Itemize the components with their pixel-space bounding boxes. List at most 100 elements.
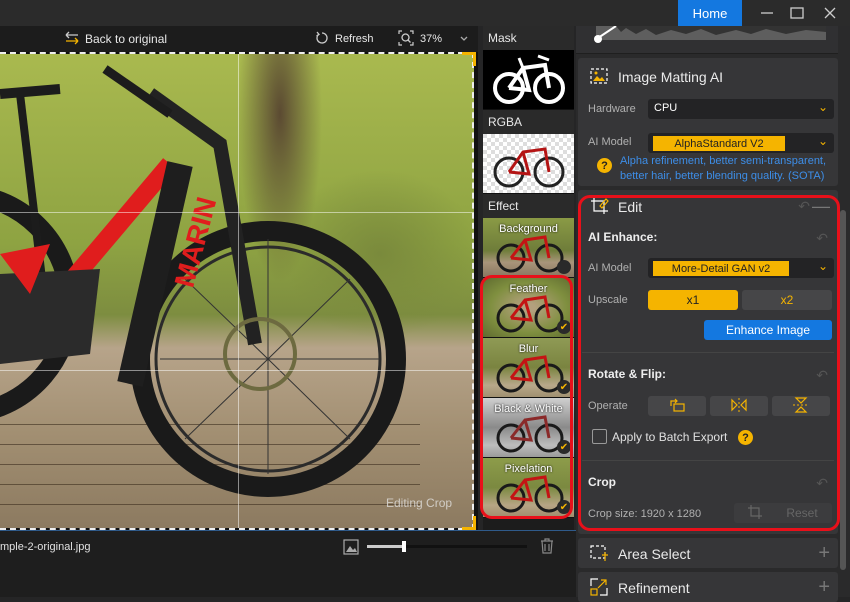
expand-plus-icon[interactable]: + [818, 576, 830, 599]
refinement-section[interactable]: Refinement + [578, 572, 838, 602]
crop-handle-top-right[interactable] [462, 52, 476, 66]
image-matting-card: Image Matting AI Hardware CPU ⌄ AI Model… [578, 58, 838, 186]
undo-icon[interactable]: ↶ [798, 198, 810, 215]
effect-thumbnail-background[interactable]: Background [483, 218, 574, 278]
ai-enhance-title: AI Enhance: [588, 230, 658, 244]
zoom-value: 37% [420, 33, 443, 45]
flip-vertical-button[interactable] [772, 396, 830, 416]
panel-scrollbar[interactable] [840, 210, 846, 570]
chevron-down-icon: ⌄ [817, 100, 828, 114]
rgba-label: RGBA [483, 110, 574, 134]
checkmark-icon: ✔ [557, 380, 571, 394]
effect-name: Background [499, 223, 558, 235]
undo-icon[interactable]: ↶ [816, 367, 828, 384]
histogram-graph [594, 25, 826, 43]
bike-photo: MARIN [0, 54, 474, 528]
preview-strip: Mask RGBA Effect Background Feather ✔ Blur ✔… [483, 26, 574, 530]
effect-name: Pixelation [504, 463, 553, 475]
crop-grid-line [0, 370, 474, 371]
image-canvas[interactable]: MARIN Editing Crop [0, 52, 478, 530]
rgba-thumbnail[interactable] [483, 134, 574, 194]
collapse-icon[interactable]: — [812, 196, 830, 217]
upscale-x1-button[interactable]: x1 [648, 290, 738, 310]
matting-description-2: better hair, better blending quality. (S… [620, 170, 825, 182]
help-icon[interactable]: ? [738, 430, 753, 445]
enhance-model-label: AI Model [588, 262, 632, 274]
rgba-bike-icon [493, 147, 565, 188]
help-icon[interactable]: ? [597, 158, 612, 173]
title-bar: Home [0, 0, 850, 26]
trash-icon[interactable] [540, 538, 554, 557]
zoom-dropdown-chevron-icon[interactable] [459, 34, 469, 44]
hardware-dropdown[interactable]: CPU ⌄ [648, 99, 834, 119]
crop-size-text: Crop size: 1920 x 1280 [588, 508, 702, 520]
refinement-title: Refinement [618, 580, 690, 596]
undo-icon[interactable]: ↶ [816, 230, 828, 247]
chevron-down-icon: ⌄ [817, 259, 828, 273]
refresh-label: Refresh [335, 33, 374, 45]
area-select-icon [590, 545, 608, 564]
histogram-curve[interactable] [576, 25, 838, 54]
edit-crop-icon [590, 197, 610, 218]
effect-name: Black & White [494, 403, 563, 415]
flip-vertical-icon [792, 396, 810, 416]
enhance-model-value: More-Detail GAN v2 [653, 261, 789, 276]
mask-thumbnail[interactable] [483, 50, 574, 110]
home-button[interactable]: Home [678, 0, 742, 26]
back-to-original-button[interactable]: Back to original [65, 31, 167, 48]
flip-horizontal-icon [730, 397, 748, 416]
edit-title: Edit [618, 199, 643, 215]
canvas-toolbar: Back to original Refresh 37% [0, 26, 478, 52]
area-select-section[interactable]: Area Select + [578, 538, 838, 568]
undo-icon[interactable]: ↶ [816, 475, 828, 492]
upscale-x2-button[interactable]: x2 [742, 290, 832, 310]
refresh-button[interactable]: Refresh [315, 31, 374, 48]
edit-card: Edit ↶ — AI Enhance: ↶ AI Model More-Det… [578, 190, 838, 534]
slider-handle[interactable] [401, 541, 406, 552]
mask-bike-icon [493, 54, 565, 104]
section-divider [582, 352, 834, 353]
curve-handle[interactable] [594, 35, 602, 43]
crop-grid-line [0, 212, 474, 213]
slider-fill [367, 545, 404, 548]
zoom-control[interactable]: 37% [398, 29, 443, 49]
batch-export-checkbox[interactable] [592, 429, 607, 444]
effect-name: Feather [509, 283, 548, 295]
hardware-value: CPU [654, 102, 678, 114]
rotate-flip-title: Rotate & Flip: [588, 367, 666, 381]
hardware-label: Hardware [588, 103, 636, 115]
maximize-icon[interactable] [782, 0, 812, 26]
checkmark-icon: ✔ [557, 440, 571, 454]
back-to-original-label: Back to original [85, 32, 168, 46]
matting-description-1: Alpha refinement, better semi-transparen… [620, 155, 827, 167]
close-icon[interactable] [815, 0, 845, 26]
flip-horizontal-button[interactable] [710, 396, 768, 416]
rotate-button[interactable] [648, 396, 706, 416]
chevron-down-icon: ⌄ [817, 134, 828, 148]
effect-thumbnail-feather[interactable]: Feather ✔ [483, 278, 574, 338]
image-size-icon [343, 539, 359, 558]
mask-label: Mask [483, 26, 574, 50]
effect-thumbnail-black-white[interactable]: Black & White ✔ [483, 398, 574, 458]
expand-plus-icon[interactable]: + [818, 542, 830, 565]
effect-thumbnail-pixelation[interactable]: Pixelation ✔ [483, 458, 574, 518]
enhance-model-dropdown[interactable]: More-Detail GAN v2 ⌄ [648, 258, 834, 278]
enhance-image-button[interactable]: Enhance Image [704, 320, 832, 340]
editing-crop-label: Editing Crop [386, 496, 453, 510]
crop-handle-bottom-right[interactable] [462, 516, 476, 530]
refresh-icon [315, 31, 329, 48]
thumbnail-size-slider[interactable] [367, 541, 527, 552]
reset-label: Reset [786, 506, 818, 520]
minimize-icon[interactable] [752, 0, 782, 26]
image-matting-icon [590, 68, 608, 87]
crop-reset-button[interactable]: Reset [734, 503, 832, 523]
crop-grid-line [238, 54, 239, 528]
batch-export-label: Apply to Batch Export [612, 430, 728, 444]
zoom-fit-icon [398, 29, 414, 49]
area-select-title: Area Select [618, 546, 691, 562]
effect-thumbnail-blur[interactable]: Blur ✔ [483, 338, 574, 398]
matting-model-dropdown[interactable]: AlphaStandard V2 ⌄ [648, 133, 834, 153]
swap-arrows-icon [65, 31, 79, 48]
refinement-icon [590, 578, 608, 599]
rotate-icon [668, 397, 686, 416]
